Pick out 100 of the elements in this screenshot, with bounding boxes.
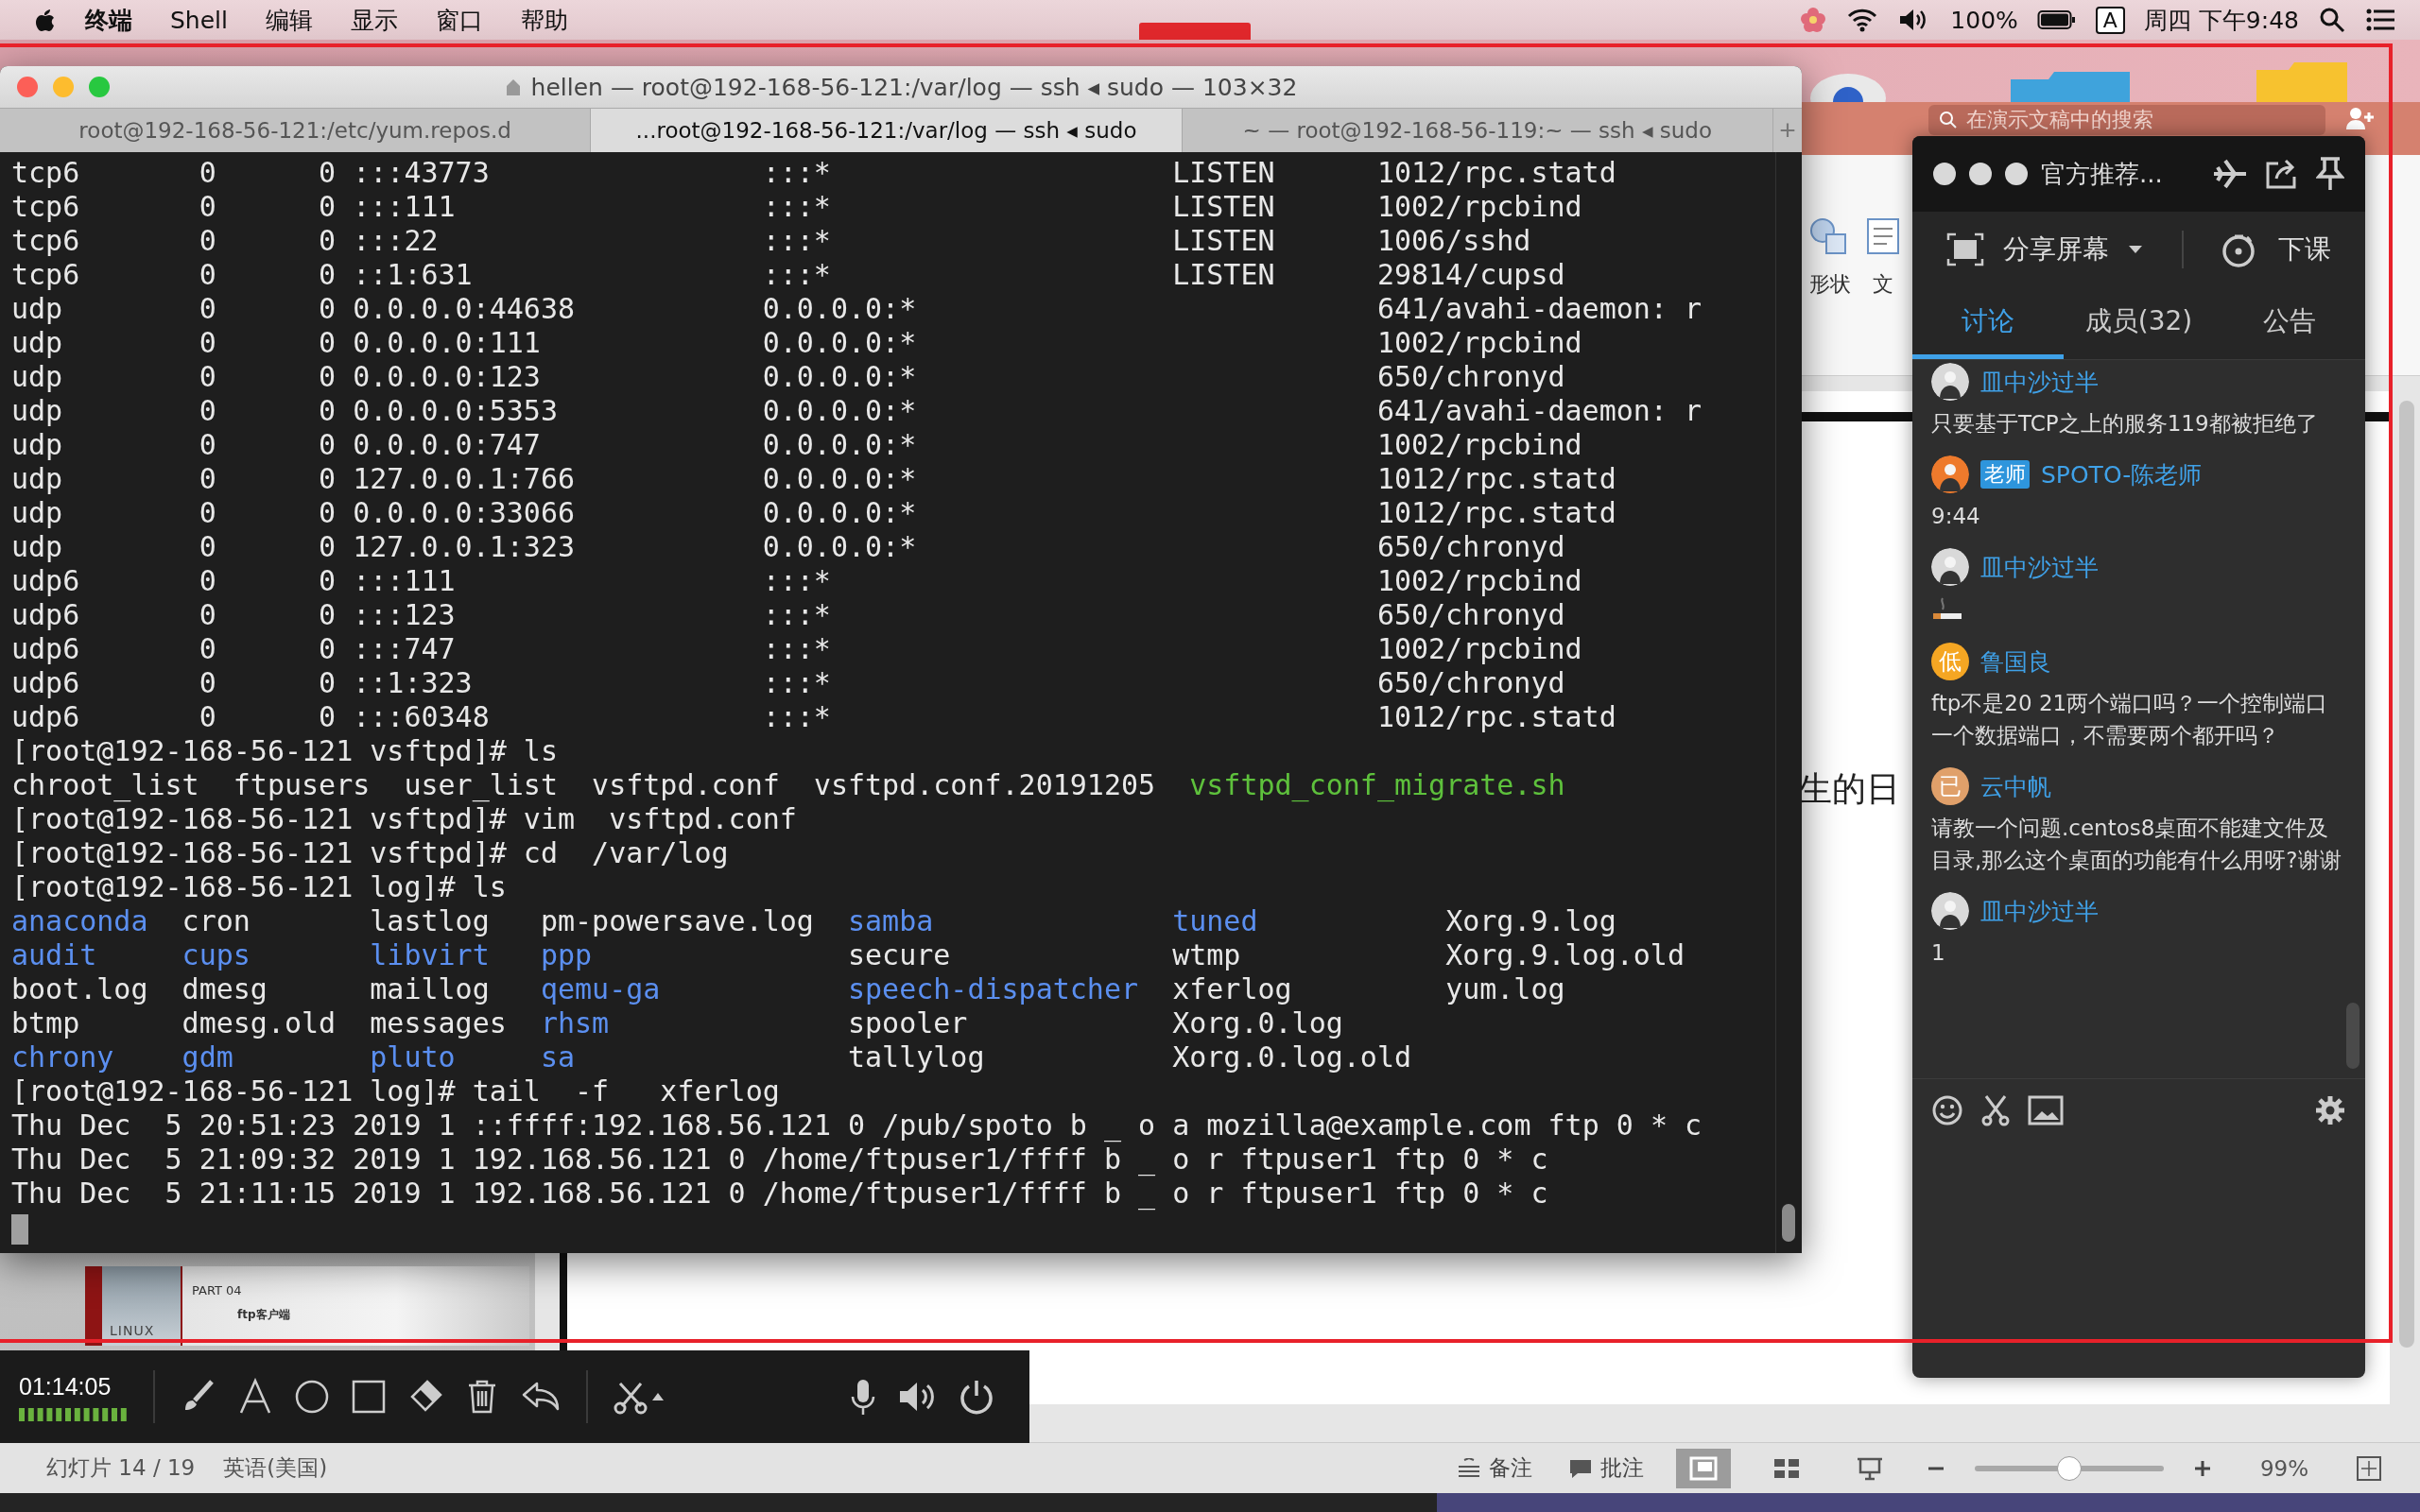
language-label[interactable]: 英语(美国) <box>223 1453 328 1483</box>
menu-item[interactable]: 显示 <box>341 4 407 36</box>
terminal-text: 0 <box>319 258 337 292</box>
file-name: pluto <box>370 1040 457 1074</box>
terminal-text: 0 <box>319 224 337 258</box>
scrollbar[interactable] <box>2399 401 2414 1348</box>
terminal-text: 1002/rpcbind <box>1376 564 1583 598</box>
menu-item[interactable]: Shell <box>161 6 237 34</box>
terminal-text: 0 <box>319 700 337 734</box>
scissors-icon[interactable] <box>1980 1094 2011 1126</box>
menu-clock[interactable]: 周四 下午9:48 <box>2143 4 2299 36</box>
user-name[interactable]: 鲁国良 <box>1980 645 2051 678</box>
terminal-text: LISTEN <box>1172 190 1276 224</box>
terminal-line: [root@192-168-56-121 log]# tail -f xferlog <box>11 1074 780 1108</box>
terminal-text: 0 <box>319 156 337 190</box>
zoom-percentage[interactable]: 99% <box>2259 1455 2308 1481</box>
terminal-text: 1002/rpcbind <box>1376 428 1583 462</box>
share-screen-button[interactable]: 分享屏幕 <box>1941 231 2149 268</box>
image-icon[interactable] <box>2028 1095 2064 1125</box>
terminal-text: 650/chronyd <box>1376 598 1566 632</box>
notes-button[interactable]: 备注 <box>1452 1453 1536 1483</box>
battery-icon[interactable] <box>2036 9 2077 31</box>
file-name: anaconda <box>11 904 149 938</box>
terminal-text: 127.0.0.1:766 <box>353 462 576 496</box>
chat-tab[interactable]: 公告 <box>2214 287 2365 359</box>
search-icon[interactable] <box>2318 6 2346 34</box>
avatar[interactable] <box>1931 892 1969 930</box>
avatar[interactable] <box>1931 455 1969 493</box>
window-button[interactable] <box>1969 163 1992 185</box>
circle-tool-icon[interactable] <box>293 1378 331 1416</box>
menu-item[interactable]: 编辑 <box>256 4 322 36</box>
ribbon-label: 形状 <box>1809 271 1851 298</box>
power-icon[interactable] <box>958 1378 995 1416</box>
avatar[interactable] <box>1931 548 1969 586</box>
terminal-text: 1012/rpc.statd <box>1376 156 1617 190</box>
terminal-text: :::60348 <box>353 700 491 734</box>
terminal-text: tcp6 <box>11 190 81 224</box>
terminal-text: 1002/rpcbind <box>1376 632 1583 666</box>
user-name[interactable]: 皿中沙过半 <box>1980 551 2099 583</box>
pin-icon[interactable] <box>2316 156 2344 192</box>
menu-item[interactable]: 帮助 <box>511 4 578 36</box>
terminal-text: 0.0.0.0:* <box>762 360 918 394</box>
window-button[interactable] <box>2005 163 2028 185</box>
message-text: 9:44 <box>1931 503 1981 530</box>
terminal-tab[interactable]: ...root@192-168-56-121:/var/log — ssh ◂ sudo <box>591 109 1183 152</box>
avatar[interactable] <box>1931 363 1969 401</box>
terminal-text: 650/chronyd <box>1376 666 1566 700</box>
chat-tab[interactable]: 讨论 <box>1912 287 2064 359</box>
house-icon <box>504 77 522 97</box>
terminal-text: 0 <box>319 360 337 394</box>
wifi-icon[interactable] <box>1846 7 1879 33</box>
file-name: chrony <box>11 1040 115 1074</box>
user-name[interactable]: 皿中沙过半 <box>1980 895 2099 927</box>
view-button[interactable] <box>1675 1448 1731 1488</box>
file-name: gdm <box>182 1040 234 1074</box>
notes-icon <box>1456 1457 1481 1479</box>
message-text: ftp不是20 21两个端口吗？一个控制端口一个数据端口，不需要两个都开吗？ <box>1931 690 2329 749</box>
user-name[interactable]: 皿中沙过半 <box>1980 366 2099 398</box>
zoom-slider[interactable] <box>1974 1455 2164 1481</box>
window-button[interactable] <box>1933 163 1956 185</box>
end-class-button[interactable]: 下课 <box>2216 230 2337 269</box>
airplane-icon[interactable] <box>2212 158 2248 190</box>
window-title: hellen — root@192-168-56-121:/var/log — ssh ◂ sudo — 103×32 <box>530 73 1298 101</box>
terminal-text: 0 <box>199 428 217 462</box>
text-box-icon[interactable] <box>1864 215 1902 257</box>
file-name: audit <box>11 938 98 972</box>
file-name: tuned <box>1172 904 1259 938</box>
scrollbar[interactable] <box>1782 1204 1795 1242</box>
user-name[interactable]: SPOTO-陈老师 <box>2041 458 2203 490</box>
file-name: dmesg <box>182 972 268 1006</box>
terminal-text: udp <box>11 530 64 564</box>
file-name: Xorg.9.log <box>1445 904 1617 938</box>
terminal-text: 1012/rpc.statd <box>1376 700 1617 734</box>
menu-item[interactable]: 窗口 <box>426 4 493 36</box>
rectangle-tool-icon[interactable] <box>350 1378 388 1416</box>
terminal-text: udp <box>11 292 64 326</box>
settings-icon[interactable] <box>2314 1094 2346 1126</box>
terminal-text: 0.0.0.0:* <box>762 530 918 564</box>
terminal-text: 641/avahi-daemon: r <box>1376 394 1703 428</box>
terminal-text: 0.0.0.0:* <box>762 326 918 360</box>
comments-button[interactable]: 批注 <box>1564 1453 1648 1483</box>
share-icon[interactable] <box>2265 158 2299 190</box>
file-name: secure <box>848 938 952 972</box>
scrollbar[interactable] <box>2346 1003 2360 1069</box>
menu-icon[interactable] <box>2365 8 2395 32</box>
add-person-icon[interactable] <box>2344 105 2377 131</box>
terminal-text: udp <box>11 326 64 360</box>
emoji-icon[interactable] <box>1931 1094 1963 1126</box>
terminal-text: 0.0.0.0:5353 <box>353 394 559 428</box>
user-name[interactable]: 云中帆 <box>1980 770 2051 802</box>
fit-to-window-icon[interactable] <box>2356 1454 2382 1482</box>
file-name: cups <box>182 938 251 972</box>
input-source-indicator[interactable]: A <box>2095 6 2125 34</box>
slide-thumbnail[interactable]: LINUX PART 04 ftp客户端 <box>85 1266 529 1346</box>
terminal-text: 0 <box>319 190 337 224</box>
file-name: boot.log <box>11 972 149 1006</box>
menu-item[interactable]: 终端 <box>76 4 142 36</box>
chat-tab[interactable]: 成员(32) <box>2063 287 2215 359</box>
thumbnail-logo: LINUX <box>110 1323 155 1338</box>
terminal-line: Thu Dec 5 21:11:15 2019 1 192.168.56.121 0 /home/ftpuser1/ffff b _ o r ftpuser1 ftp 0 * c <box>11 1177 1548 1210</box>
